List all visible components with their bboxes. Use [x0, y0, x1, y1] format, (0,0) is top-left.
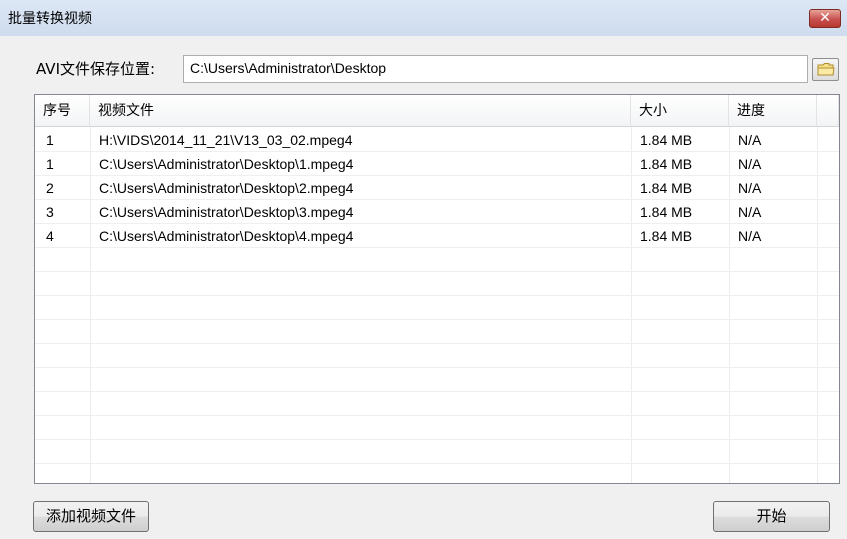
save-location-label: AVI文件保存位置:	[36, 60, 156, 78]
row-index: 3	[46, 204, 54, 220]
table-row[interactable]: 3 C:\Users\Administrator\Desktop\3.mpeg4…	[35, 200, 839, 224]
grid-line	[35, 415, 839, 416]
grid-line	[35, 439, 839, 440]
row-progress: N/A	[738, 132, 762, 148]
start-button[interactable]: 开始	[713, 501, 830, 532]
browse-folder-button[interactable]	[812, 58, 839, 81]
save-location-value: C:\Users\Administrator\Desktop	[190, 60, 387, 76]
row-index: 1	[46, 156, 54, 172]
table-row[interactable]: 2 C:\Users\Administrator\Desktop\2.mpeg4…	[35, 176, 839, 200]
row-file-path: C:\Users\Administrator\Desktop\3.mpeg4	[99, 204, 354, 220]
column-header-filler	[817, 95, 839, 127]
grid-line	[35, 367, 839, 368]
row-progress: N/A	[738, 228, 762, 244]
row-index: 4	[46, 228, 54, 244]
row-file-path: C:\Users\Administrator\Desktop\2.mpeg4	[99, 180, 354, 196]
batch-convert-window: 批量转换视频 ✕ AVI文件保存位置: C:\Users\Administrat…	[0, 0, 847, 539]
row-size: 1.84 MB	[640, 180, 693, 196]
grid-line	[35, 343, 839, 344]
row-file-path: H:\VIDS\2014_11_21\V13_03_02.mpeg4	[99, 132, 353, 148]
row-file-path: C:\Users\Administrator\Desktop\4.mpeg4	[99, 228, 354, 244]
row-index: 1	[46, 132, 54, 148]
column-header-file[interactable]: 视频文件	[90, 95, 631, 127]
window-title: 批量转换视频	[8, 11, 92, 27]
row-progress: N/A	[738, 156, 762, 172]
table-row[interactable]: 1 C:\Users\Administrator\Desktop\1.mpeg4…	[35, 152, 839, 176]
row-size: 1.84 MB	[640, 228, 693, 244]
row-progress: N/A	[738, 204, 762, 220]
column-header-index[interactable]: 序号	[35, 95, 90, 127]
column-header-size[interactable]: 大小	[631, 95, 729, 127]
grid-line	[35, 463, 839, 464]
add-video-file-button[interactable]: 添加视频文件	[33, 501, 149, 532]
grid-line	[35, 319, 839, 320]
close-button[interactable]: ✕	[809, 9, 841, 28]
video-file-list[interactable]: 序号 视频文件 大小 进度 1 H:\VIDS\2014_11_21\V13_0…	[34, 94, 840, 484]
grid-line	[35, 391, 839, 392]
folder-icon	[817, 63, 835, 76]
table-row[interactable]: 1 H:\VIDS\2014_11_21\V13_03_02.mpeg4 1.8…	[35, 128, 839, 152]
grid-line	[35, 295, 839, 296]
grid-line	[35, 271, 839, 272]
title-bar: 批量转换视频 ✕	[0, 0, 847, 36]
row-size: 1.84 MB	[640, 204, 693, 220]
row-size: 1.84 MB	[640, 132, 693, 148]
close-icon: ✕	[819, 10, 831, 26]
row-size: 1.84 MB	[640, 156, 693, 172]
row-file-path: C:\Users\Administrator\Desktop\1.mpeg4	[99, 156, 354, 172]
save-location-field[interactable]: C:\Users\Administrator\Desktop	[183, 55, 808, 83]
row-progress: N/A	[738, 180, 762, 196]
row-index: 2	[46, 180, 54, 196]
column-header-progress[interactable]: 进度	[729, 95, 817, 127]
list-header: 序号 视频文件 大小 进度	[35, 95, 839, 127]
table-row[interactable]: 4 C:\Users\Administrator\Desktop\4.mpeg4…	[35, 224, 839, 248]
